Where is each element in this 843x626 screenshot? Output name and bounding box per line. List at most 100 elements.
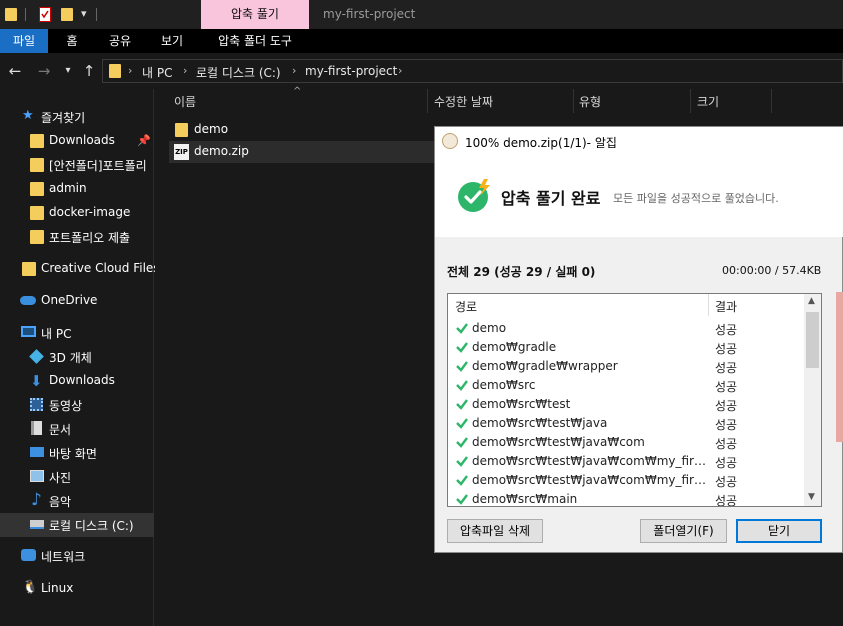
sidebar-item-label: 네트워크	[41, 550, 86, 564]
sidebar-item-safe-folder[interactable]: [안전폴더]포트폴리	[0, 153, 154, 177]
row-result: 성공	[715, 399, 738, 413]
column-header-type[interactable]: 유형	[579, 93, 601, 110]
list-item[interactable]: ZIP demo.zip	[169, 141, 437, 163]
sidebar-item-music[interactable]: ♪ 음악	[0, 489, 154, 513]
breadcrumb-local-disk[interactable]: 로컬 디스크 (C:)	[196, 64, 281, 81]
customize-quick-access-icon[interactable]: ▾	[81, 7, 87, 20]
column-divider[interactable]	[427, 89, 428, 113]
folder-icon	[22, 262, 36, 276]
star-icon: ★	[22, 108, 34, 123]
sidebar-item-local-disk[interactable]: 로컬 디스크 (C:)	[0, 513, 154, 537]
breadcrumb-this-pc[interactable]: 내 PC	[142, 64, 172, 81]
table-row[interactable]: demo 성공	[448, 319, 804, 338]
column-header-name[interactable]: 이름	[174, 93, 196, 110]
sidebar-item-portfolio[interactable]: 포트폴리오 제출	[0, 225, 154, 249]
sidebar-item-linux[interactable]: 🐧 Linux	[0, 577, 154, 601]
list-item[interactable]: demo	[169, 119, 429, 141]
pin-icon[interactable]: 📌	[137, 134, 151, 147]
chevron-right-icon[interactable]: ›	[183, 64, 187, 77]
column-divider[interactable]	[690, 89, 691, 113]
column-header-date[interactable]: 수정한 날짜	[434, 93, 493, 110]
chevron-right-icon[interactable]: ›	[292, 64, 296, 77]
table-row[interactable]: demo₩src₩test₩java₩com 성공	[448, 433, 804, 452]
open-folder-button[interactable]: 폴더열기(F)	[640, 519, 727, 543]
table-row[interactable]: demo₩src₩test 성공	[448, 395, 804, 414]
row-path: demo₩src₩test₩java₩com₩my_first_proj...	[472, 454, 706, 468]
sidebar-item-label: 내 PC	[41, 327, 72, 341]
folder-icon[interactable]	[5, 8, 17, 21]
breadcrumb-project[interactable]: my-first-project	[305, 64, 397, 78]
sidebar-item-label: OneDrive	[41, 293, 98, 307]
forward-icon[interactable]: →	[34, 61, 54, 81]
tab-share[interactable]: 공유	[100, 29, 140, 53]
column-header-size[interactable]: 크기	[697, 93, 719, 110]
file-name: demo	[194, 122, 229, 136]
recent-locations-icon[interactable]: ▾	[58, 61, 78, 81]
table-row[interactable]: demo₩gradle₩wrapper 성공	[448, 357, 804, 376]
address-bar[interactable]: › 내 PC › 로컬 디스크 (C:) › my-first-project …	[102, 59, 843, 83]
folder-icon	[175, 123, 188, 137]
table-row[interactable]: demo₩src₩main 성공	[448, 490, 804, 506]
table-row[interactable]: demo₩src₩test₩java₩com₩my_first_proj... …	[448, 452, 804, 471]
dialog-title-bar: 100% demo.zip(1/1)- 알집	[435, 127, 843, 156]
sidebar-item-network[interactable]: 네트워크	[0, 544, 154, 568]
chevron-right-icon[interactable]: ›	[398, 64, 402, 77]
close-button[interactable]: 닫기	[736, 519, 822, 543]
tab-compressed-folder-tools[interactable]: 압축 폴더 도구	[201, 29, 309, 53]
new-folder-icon[interactable]	[61, 8, 73, 21]
cloud-icon	[20, 296, 36, 305]
sidebar-item-quick-access[interactable]: ★ 즐겨찾기	[0, 105, 154, 129]
row-path: demo₩src₩test	[472, 397, 571, 411]
column-divider[interactable]	[771, 89, 772, 113]
column-divider[interactable]	[708, 294, 709, 316]
chevron-right-icon[interactable]: ›	[128, 64, 132, 77]
properties-icon[interactable]	[39, 7, 51, 22]
up-icon[interactable]: ↑	[79, 61, 99, 81]
row-path: demo₩src₩test₩java₩com	[472, 435, 645, 449]
row-path: demo₩src₩main	[472, 492, 578, 506]
sidebar-item-this-pc[interactable]: 내 PC	[0, 321, 154, 345]
check-icon	[455, 416, 469, 430]
delete-archive-button[interactable]: 압축파일 삭제	[447, 519, 543, 543]
extract-complete-dialog: 100% demo.zip(1/1)- 알집 압축 풀기 완료 모든 파일을 성…	[434, 126, 843, 553]
sidebar-item-documents[interactable]: 문서	[0, 417, 154, 441]
sidebar-item-label: Downloads	[49, 373, 115, 387]
download-arrow-icon: ⬇	[30, 372, 43, 390]
sidebar-item-3d-objects[interactable]: 3D 개체	[0, 345, 154, 369]
table-row[interactable]: demo₩src₩test₩java₩com₩my_first_proj... …	[448, 471, 804, 490]
table-row[interactable]: demo₩src₩test₩java 성공	[448, 414, 804, 433]
time-size-text: 00:00:00 / 57.4KB	[722, 264, 822, 277]
scroll-up-icon[interactable]: ▲	[808, 296, 815, 306]
sidebar-item-downloads[interactable]: Downloads 📌	[0, 129, 154, 153]
row-result: 성공	[715, 361, 738, 375]
sidebar-item-desktop[interactable]: 바탕 화면	[0, 441, 154, 465]
result-list[interactable]: 경로 결과 demo 성공 demo₩gradle 성공 demo₩gradle…	[447, 293, 822, 507]
scrollbar-thumb[interactable]	[806, 312, 819, 368]
sidebar-item-admin[interactable]: admin	[0, 177, 154, 201]
sidebar-item-docker-image[interactable]: docker-image	[0, 201, 154, 225]
tab-file[interactable]: 파일	[0, 29, 48, 53]
list-header-result[interactable]: 결과	[715, 298, 737, 315]
divider	[96, 8, 97, 21]
sidebar-item-downloads-pc[interactable]: ⬇ Downloads	[0, 369, 154, 393]
table-row[interactable]: demo₩src 성공	[448, 376, 804, 395]
back-icon[interactable]: ←	[5, 61, 25, 81]
list-header-path[interactable]: 경로	[455, 298, 477, 315]
table-row[interactable]: demo₩gradle 성공	[448, 338, 804, 357]
scroll-down-icon[interactable]: ▼	[808, 492, 815, 502]
sidebar-item-pictures[interactable]: 사진	[0, 465, 154, 489]
row-path: demo₩src₩test₩java₩com₩my_first_proj...	[472, 473, 706, 487]
sidebar-item-creative-cloud[interactable]: Creative Cloud Files	[0, 257, 160, 281]
sidebar-item-videos[interactable]: 동영상	[0, 393, 154, 417]
sidebar-item-onedrive[interactable]: OneDrive	[0, 289, 154, 313]
title-bar: ▾ 압축 풀기 my-first-project	[0, 0, 843, 29]
context-tab-extract[interactable]: 압축 풀기	[201, 0, 309, 29]
tab-view[interactable]: 보기	[152, 29, 192, 53]
column-divider[interactable]	[573, 89, 574, 113]
sidebar-item-label: admin	[49, 181, 87, 195]
summary-text: 전체 29 (성공 29 / 실패 0)	[447, 265, 596, 279]
address-row: ← → ▾ ↑ › 내 PC › 로컬 디스크 (C:) › my-first-…	[0, 53, 843, 89]
tab-home[interactable]: 홈	[56, 29, 88, 53]
sidebar-item-label: 동영상	[49, 399, 83, 413]
vertical-scrollbar[interactable]: ▲ ▼	[804, 294, 821, 506]
